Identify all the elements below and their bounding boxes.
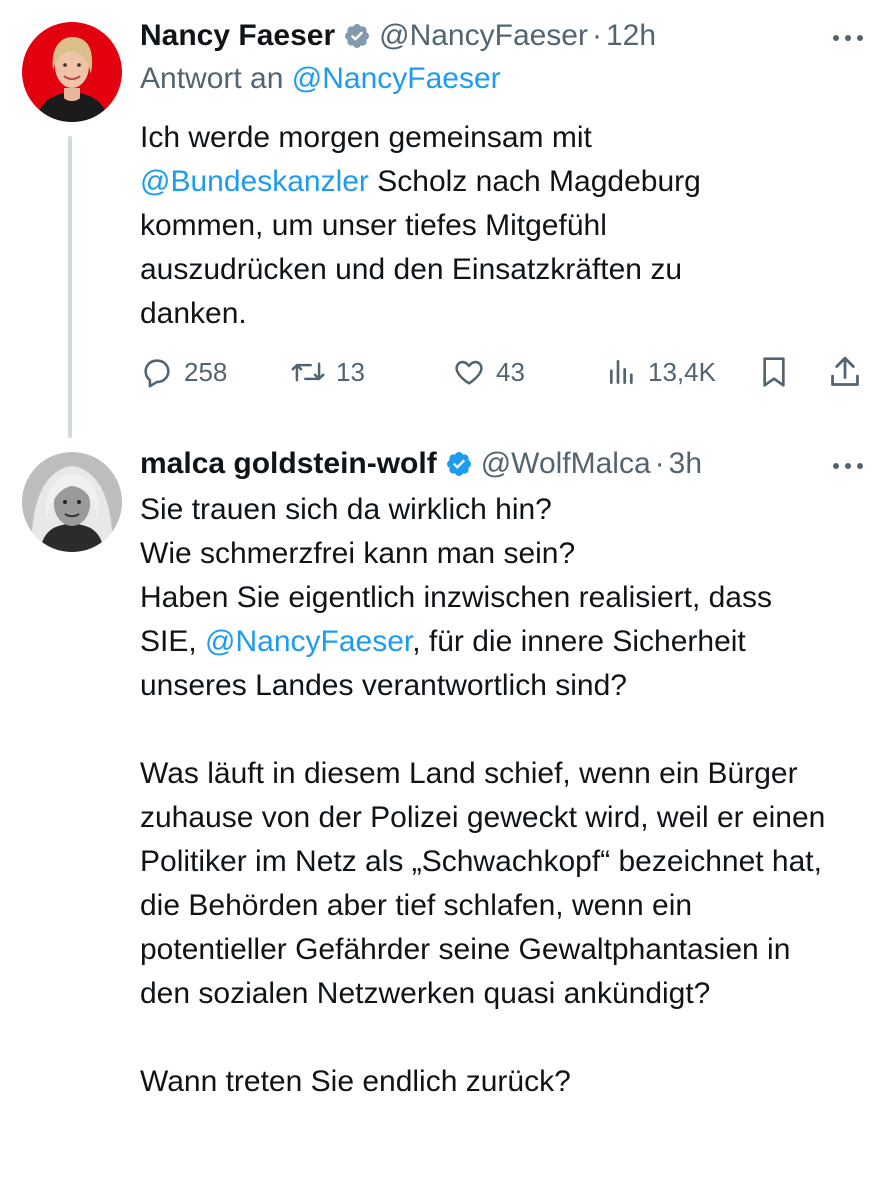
tweet-line: Wie schmerzfrei kann man sein? [140,537,576,570]
thread-connector-line [68,136,72,438]
repost-icon [291,362,325,382]
like-icon [455,360,483,385]
reply-to-prefix: Antwort an [140,62,284,95]
separator-dot: · [654,447,665,480]
avatar-malca-goldstein-wolf-image [22,452,122,552]
tweet-line: Sie trauen sich da wirklich hin? [140,493,552,526]
reply-count: 258 [184,356,228,387]
views-icon [610,360,633,384]
handle[interactable]: @NancyFaeser [379,19,588,53]
tweet-header: malca goldstein-wolf @WolfMalca · 3h [140,444,870,484]
reply-icon [144,359,170,388]
avatar-nancy-faeser-image [22,22,122,122]
timestamp[interactable]: 3h [669,447,702,481]
views-button[interactable]: 13,4K [606,350,716,394]
tweet-body: Ich werde morgen gemeinsam mit @Bundeska… [140,116,780,336]
tweet-paragraph: Ich werde morgen gemeinsam mit @Bundeska… [140,116,780,336]
avatar[interactable] [22,22,122,122]
separator-dot: · [591,19,602,52]
tweet-paragraph: Wann treten Sie endlich zurück? [140,1065,571,1098]
avatar[interactable] [22,452,122,552]
reply-to-line: Antwort an @NancyFaeser [140,62,501,96]
tweet-malca-goldstein-wolf[interactable]: malca goldstein-wolf @WolfMalca · 3h Sie… [0,440,890,1200]
tweet-body: Sie trauen sich da wirklich hin? Wie sch… [140,488,825,1104]
like-count: 43 [496,356,525,387]
share-button[interactable] [828,350,862,394]
bookmark-icon [763,357,785,387]
text-segment: Ich werde morgen gemeinsam mit [140,121,592,154]
tweet-paragraph: Haben Sie eigentlich inzwischen realisie… [140,576,790,708]
like-button[interactable]: 43 [452,350,525,394]
mention-link[interactable]: @Bundeskanzler [140,165,369,198]
more-icon[interactable] [828,18,868,58]
view-count: 13,4K [648,356,716,387]
tweet-nancy-faeser[interactable]: Nancy Faeser @NancyFaeser · 12h Antwort … [0,0,890,440]
handle[interactable]: @WolfMalca [481,447,651,481]
reply-button[interactable]: 258 [140,350,227,394]
tweet-paragraph: Was läuft in diesem Land schief, wenn ei… [140,757,826,1010]
bookmark-button[interactable] [758,350,790,394]
repost-button[interactable]: 13 [290,350,365,394]
display-name[interactable]: malca goldstein-wolf [140,447,437,481]
repost-count: 13 [336,356,365,387]
action-bar: 258 13 43 13,4K [140,350,870,394]
verified-badge-icon [446,452,471,476]
reply-to-mention[interactable]: @NancyFaeser [292,62,501,95]
share-icon [831,356,859,386]
mention-link[interactable]: @NancyFaeser [205,625,412,658]
verified-badge-icon [345,24,370,48]
more-icon[interactable] [828,446,868,486]
timestamp[interactable]: 12h [606,19,656,53]
tweet-header: Nancy Faeser @NancyFaeser · 12h [140,16,870,56]
display-name[interactable]: Nancy Faeser [140,19,335,53]
